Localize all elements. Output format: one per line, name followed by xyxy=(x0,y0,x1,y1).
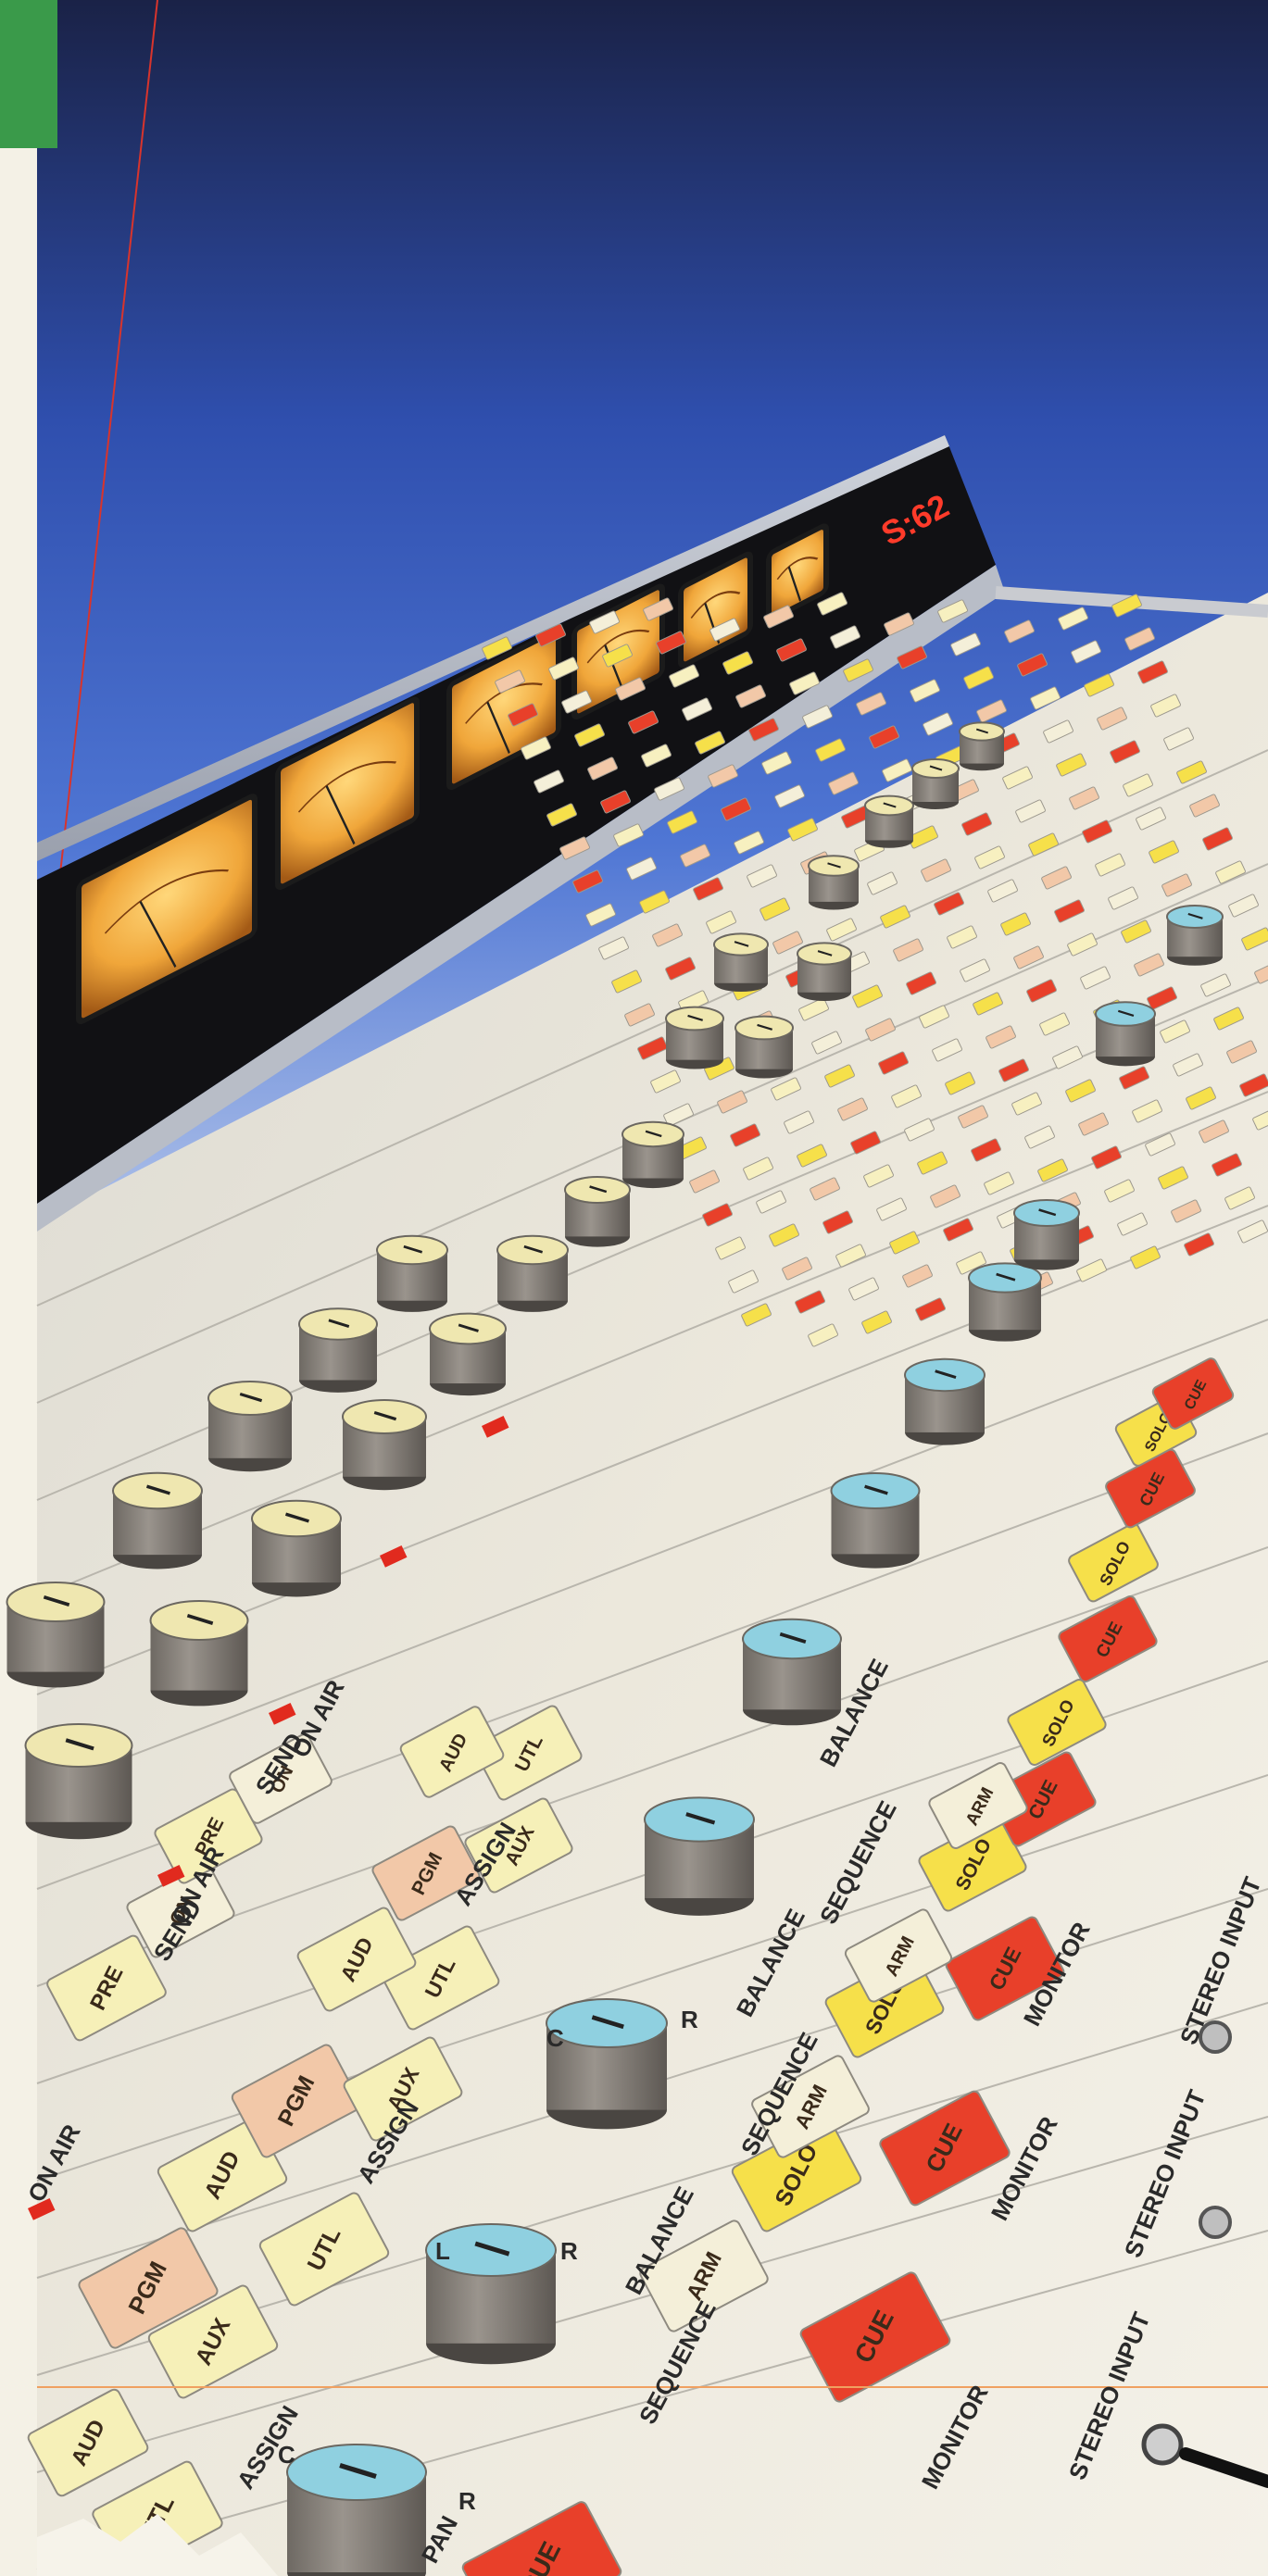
rotary-knob xyxy=(149,1600,249,1707)
rotary-knob xyxy=(286,2444,427,2576)
rotary-knob xyxy=(621,1120,684,1189)
rotary-knob xyxy=(644,1796,755,1916)
rotary-knob xyxy=(665,1006,724,1069)
rotary-knob xyxy=(734,1015,794,1079)
c-label: C xyxy=(546,2024,564,2052)
rotary-knob xyxy=(207,1381,293,1472)
rotary-knob xyxy=(959,721,1005,771)
rotary-knob xyxy=(6,1582,106,1688)
rotary-knob xyxy=(808,855,860,910)
rotary-knob xyxy=(713,932,769,993)
rotary-knob xyxy=(797,942,852,1002)
input-jack xyxy=(1199,2206,1232,2239)
rotary-knob xyxy=(564,1176,631,1247)
l-label: L xyxy=(435,2237,450,2265)
rotary-knob xyxy=(376,1234,448,1312)
rotary-knob xyxy=(24,1723,133,1840)
c-label: C xyxy=(278,2441,295,2469)
rotary-knob xyxy=(546,1998,668,2130)
rotary-knob xyxy=(830,1472,921,1569)
mixing-console-photo: S:62 CUECUESOLO CUESOLOCUESOLOCUESOLOCUES… xyxy=(0,0,1268,2576)
green-corner-tab xyxy=(0,0,57,148)
rotary-knob xyxy=(1013,1199,1080,1270)
rotary-knob xyxy=(968,1262,1042,1342)
rotary-knob xyxy=(496,1234,569,1312)
rotary-knob xyxy=(864,794,914,848)
r-label: R xyxy=(681,2006,698,2033)
rotary-knob xyxy=(742,1618,842,1726)
rotary-knob xyxy=(429,1312,507,1396)
rotary-knob xyxy=(904,1357,986,1445)
rotary-knob xyxy=(251,1499,342,1597)
rotary-knob xyxy=(112,1471,203,1569)
r-label: R xyxy=(560,2237,578,2265)
rotary-knob xyxy=(911,758,960,809)
rotary-knob xyxy=(298,1307,378,1393)
r-label: R xyxy=(458,2487,476,2515)
rotary-knob xyxy=(1166,905,1224,966)
input-jack xyxy=(1141,2423,1184,2466)
rotary-knob xyxy=(1095,1001,1156,1067)
rotary-knob xyxy=(342,1399,427,1491)
